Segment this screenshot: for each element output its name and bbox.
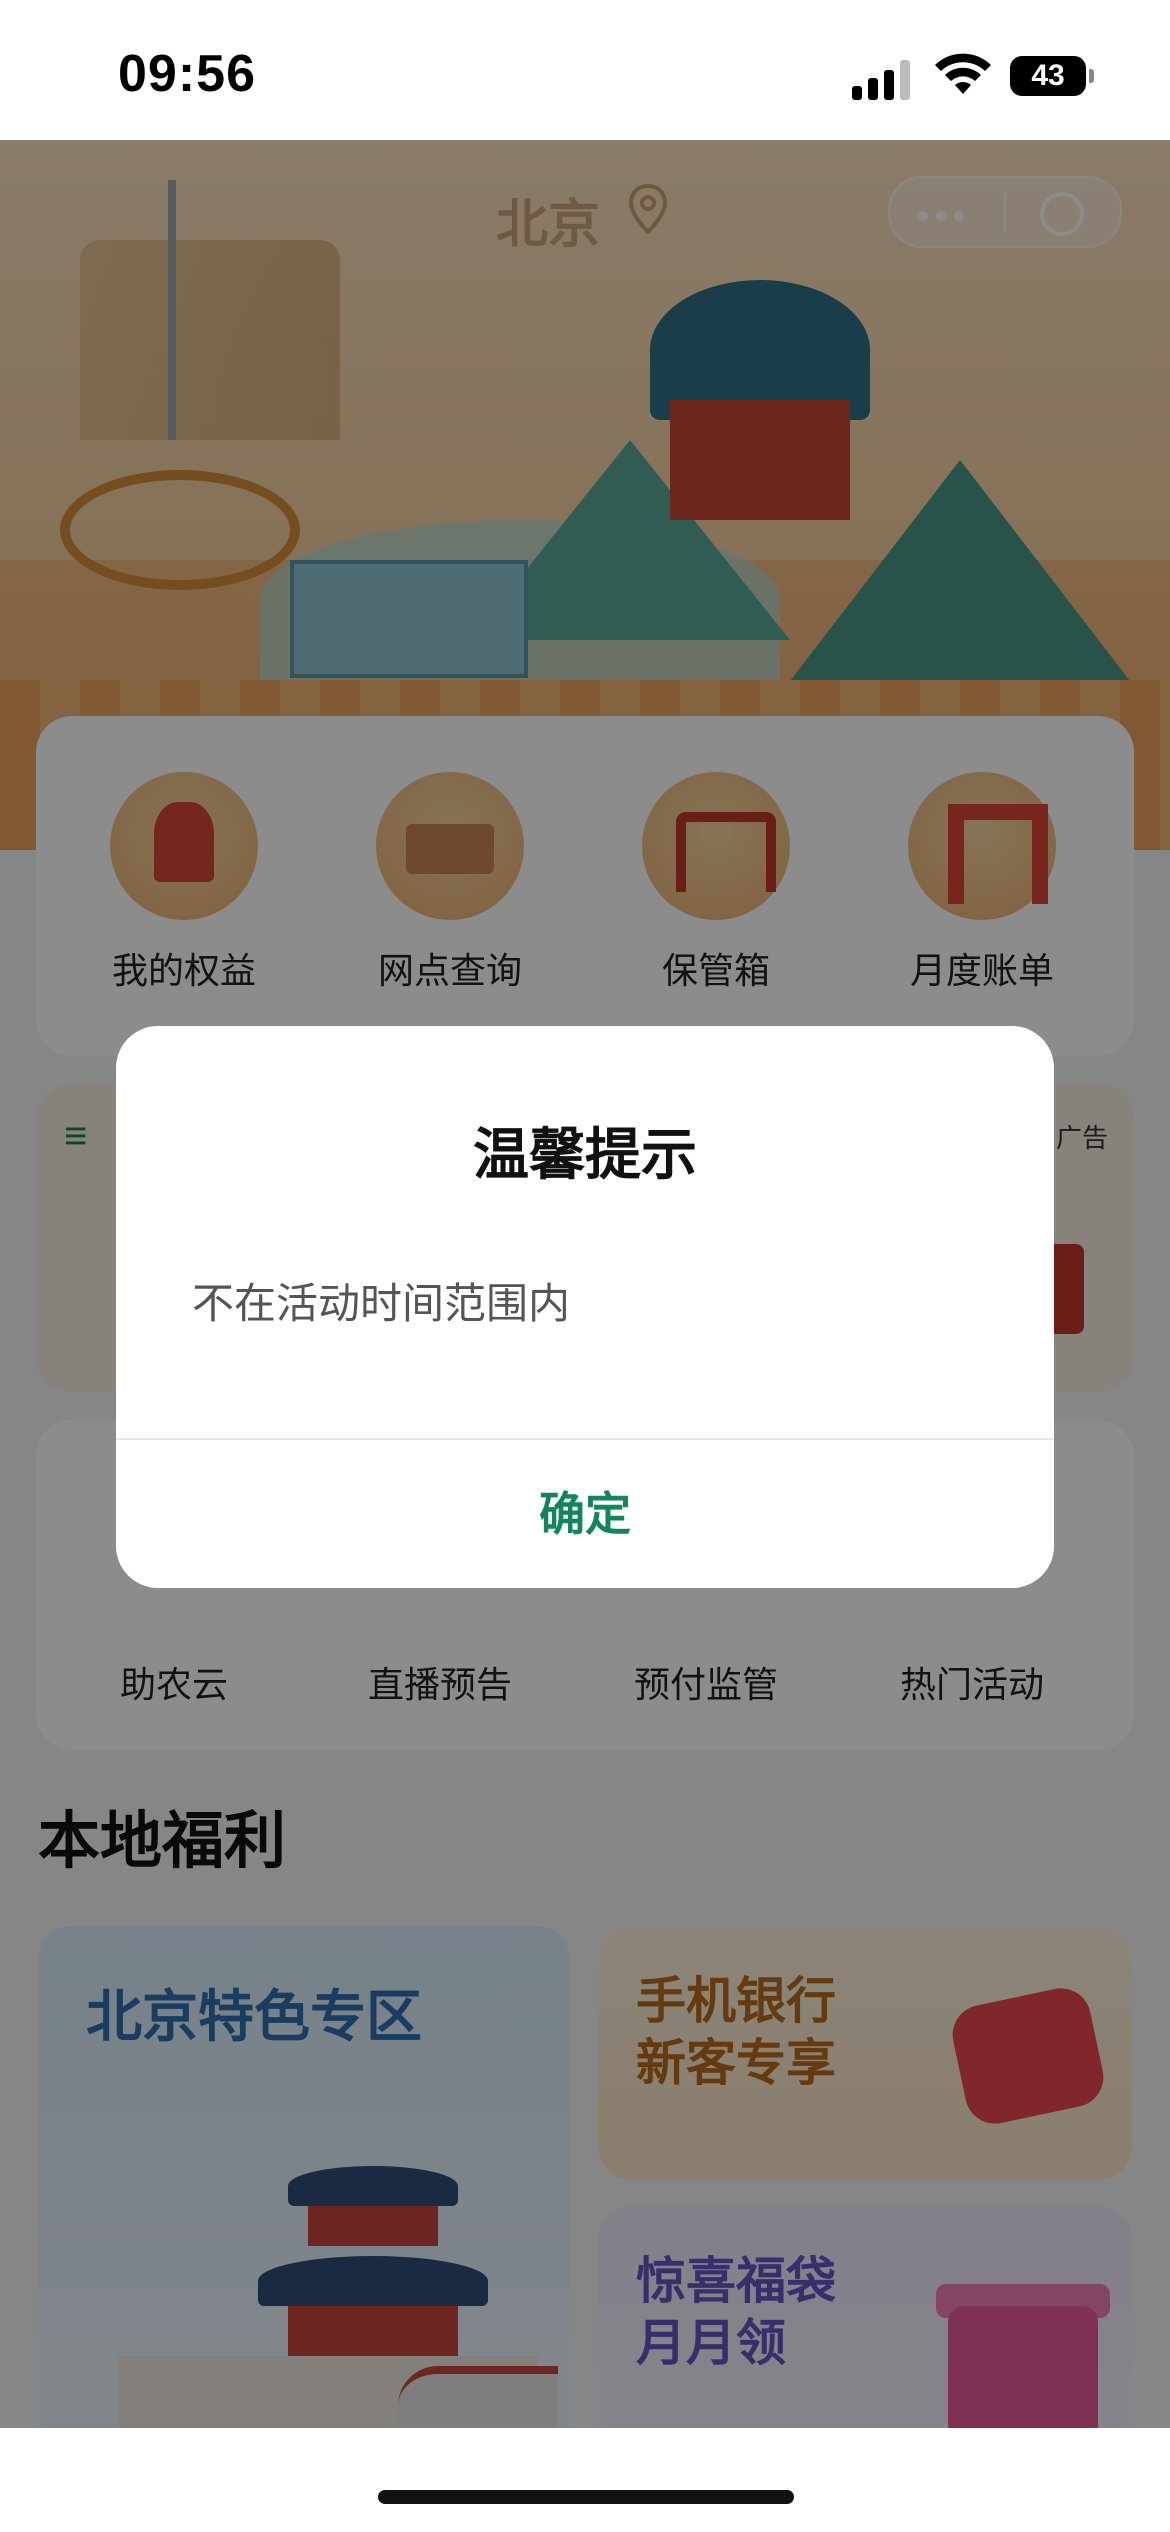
home-indicator[interactable] bbox=[378, 2490, 794, 2504]
cellular-signal-icon bbox=[852, 56, 912, 100]
status-bar: 09:56 43 bbox=[0, 0, 1170, 140]
dialog-message: 不在活动时间范围内 bbox=[192, 1280, 571, 1327]
confirm-button[interactable]: 确定 bbox=[116, 1440, 1054, 1588]
dialog-title: 温馨提示 bbox=[473, 1123, 697, 1186]
status-time: 09:56 bbox=[118, 45, 256, 103]
bottom-safe-area bbox=[0, 2428, 1170, 2532]
wifi-icon bbox=[935, 53, 991, 94]
battery-icon: 43 bbox=[1010, 56, 1094, 96]
alert-dialog: 温馨提示 不在活动时间范围内 确定 bbox=[116, 1026, 1054, 1588]
